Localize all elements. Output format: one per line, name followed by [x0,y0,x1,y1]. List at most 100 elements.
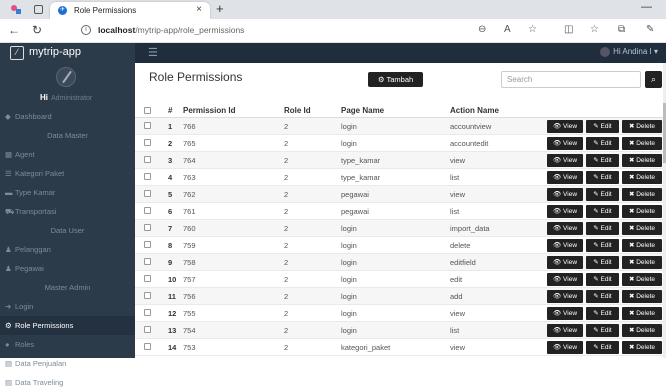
reload-icon[interactable]: ↻ [32,23,42,37]
view-button[interactable]: 👁 View [547,341,583,354]
view-button[interactable]: 👁 View [547,222,583,235]
delete-button[interactable]: ✖ Delete [622,222,662,235]
hamburger-icon[interactable]: ☰ [148,46,158,59]
header-action-name[interactable]: Action Name [450,103,499,118]
row-checkbox[interactable] [144,122,151,129]
row-checkbox[interactable] [144,207,151,214]
view-button[interactable]: 👁 View [547,273,583,286]
sidebar-item-dashboard[interactable]: ◆ Dashboard [0,107,135,126]
extensions-icon[interactable]: ✎ [646,24,654,35]
sidebar-menu: ◆ Dashboard Data Master ▦ Agent ☰ Kategori Pak… [0,107,135,392]
profile-icon[interactable] [10,4,21,15]
minimize-button[interactable]: — [641,1,652,13]
delete-button[interactable]: ✖ Delete [622,273,662,286]
sidebar-item-roles[interactable]: ● Roles [0,335,135,354]
row-checkbox[interactable] [144,275,151,282]
edit-button[interactable]: ✎ Edit [586,324,619,337]
sidebar-item-icon: ⚙ [5,321,12,330]
row-checkbox[interactable] [144,156,151,163]
view-button[interactable]: 👁 View [547,171,583,184]
header-permission-id[interactable]: Permission Id [183,103,235,118]
delete-button[interactable]: ✖ Delete [622,205,662,218]
sidebar-item-pelanggan[interactable]: ♟ Pelanggan [0,240,135,259]
view-button[interactable]: 👁 View [547,205,583,218]
edit-button[interactable]: ✎ Edit [586,273,619,286]
edit-button[interactable]: ✎ Edit [586,188,619,201]
edit-button[interactable]: ✎ Edit [586,137,619,150]
tab-actions-icon[interactable] [34,5,43,14]
search-button[interactable]: ⌕ [645,71,662,88]
edit-button[interactable]: ✎ Edit [586,239,619,252]
favorite-star-icon[interactable]: ☆ [528,24,537,35]
row-checkbox[interactable] [144,326,151,333]
edit-button[interactable]: ✎ Edit [586,341,619,354]
sidebar-item-type-kamar[interactable]: ▬ Type Kamar [0,183,135,202]
header-page-name[interactable]: Page Name [341,103,384,118]
edit-button[interactable]: ✎ Edit [586,290,619,303]
user-menu[interactable]: Hi Andina I ▾ [600,47,658,57]
delete-button[interactable]: ✖ Delete [622,341,662,354]
back-icon[interactable]: ← [8,23,20,37]
tab-close-icon[interactable]: × [196,4,202,15]
view-button[interactable]: 👁 View [547,290,583,303]
delete-button[interactable]: ✖ Delete [622,239,662,252]
view-button[interactable]: 👁 View [547,120,583,133]
select-all-checkbox[interactable] [144,107,151,114]
site-info-icon[interactable]: i [81,25,91,35]
row-checkbox[interactable] [144,190,151,197]
app-logo[interactable]: ⁄ mytrip-app [0,43,135,63]
collections-icon[interactable]: ⧉ [618,24,625,35]
sidebar-item-label: Type Kamar [15,188,56,197]
favorites-icon[interactable]: ☆ [590,24,599,35]
sidebar-item-pegawai[interactable]: ♟ Pegawai [0,259,135,278]
view-button[interactable]: 👁 View [547,307,583,320]
edit-button[interactable]: ✎ Edit [586,256,619,269]
sidebar-item-login[interactable]: ➜ Login [0,297,135,316]
edit-button[interactable]: ✎ Edit [586,171,619,184]
header-role-id[interactable]: Role Id [284,103,311,118]
edit-button[interactable]: ✎ Edit [586,120,619,133]
sidebar-item-transportasi[interactable]: ⛟Transportasi [0,202,135,221]
browser-tab[interactable]: ✈ Role Permissions × [50,2,210,19]
edit-button[interactable]: ✎ Edit [586,205,619,218]
delete-button[interactable]: ✖ Delete [622,188,662,201]
search-input[interactable]: Search [501,71,641,88]
sidebar-item-data-traveling[interactable]: ▤ Data Traveling [0,373,135,392]
delete-button[interactable]: ✖ Delete [622,324,662,337]
edit-button[interactable]: ✎ Edit [586,307,619,320]
row-checkbox[interactable] [144,258,151,265]
split-screen-icon[interactable]: ◫ [564,24,573,35]
delete-button[interactable]: ✖ Delete [622,290,662,303]
row-checkbox[interactable] [144,309,151,316]
row-checkbox[interactable] [144,241,151,248]
sidebar-item-agent[interactable]: ▦ Agent [0,145,135,164]
row-checkbox[interactable] [144,173,151,180]
sidebar-item-kategori-paket[interactable]: ☰ Kategori Paket [0,164,135,183]
row-number: 4 [168,173,173,182]
row-checkbox[interactable] [144,292,151,299]
view-button[interactable]: 👁 View [547,188,583,201]
read-aloud-icon[interactable]: A [504,24,511,35]
delete-button[interactable]: ✖ Delete [622,171,662,184]
view-button[interactable]: 👁 View [547,256,583,269]
new-tab-button[interactable]: + [216,1,224,16]
delete-button[interactable]: ✖ Delete [622,307,662,320]
edit-button[interactable]: ✎ Edit [586,154,619,167]
delete-button[interactable]: ✖ Delete [622,154,662,167]
sidebar-item-data-penjualan[interactable]: ▤ Data Penjualan [0,354,135,373]
row-checkbox[interactable] [144,224,151,231]
delete-button[interactable]: ✖ Delete [622,120,662,133]
page-name-cell: login [341,139,357,148]
view-button[interactable]: 👁 View [547,324,583,337]
row-checkbox[interactable] [144,139,151,146]
row-checkbox[interactable] [144,343,151,350]
sidebar-item-role-permissions[interactable]: ⚙ Role Permissions [0,316,135,335]
delete-button[interactable]: ✖ Delete [622,137,662,150]
add-button[interactable]: ⚙ Tambah [368,72,423,87]
view-button[interactable]: 👁 View [547,137,583,150]
view-button[interactable]: 👁 View [547,239,583,252]
zoom-icon[interactable]: ⊖ [478,24,486,35]
view-button[interactable]: 👁 View [547,154,583,167]
edit-button[interactable]: ✎ Edit [586,222,619,235]
delete-button[interactable]: ✖ Delete [622,256,662,269]
